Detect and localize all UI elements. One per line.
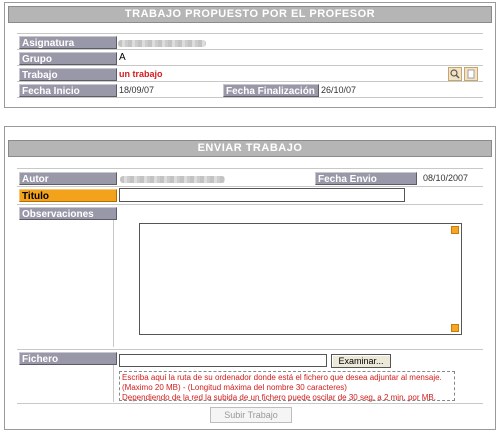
- fecha-finalizacion-value: 26/10/07: [321, 85, 357, 95]
- autor-label: Autor: [19, 172, 117, 185]
- divider: [17, 186, 483, 187]
- document-icon[interactable]: [464, 67, 478, 81]
- titulo-input[interactable]: [119, 188, 405, 202]
- fecha-envio-label: Fecha Envio: [315, 172, 417, 185]
- send-work-panel: ENVIAR TRABAJO Autor Fecha Envio 08/10/2…: [4, 126, 496, 430]
- titulo-label: Titulo: [19, 189, 117, 202]
- trabajo-value: un trabajo: [119, 69, 163, 79]
- help-line: Dependiendo de la red la subida de un fi…: [122, 393, 436, 402]
- file-help-text: Escriba aquí la ruta de su ordenador don…: [119, 371, 455, 402]
- fichero-path-input[interactable]: [119, 354, 327, 367]
- send-work-title: ENVIAR TRABAJO: [8, 140, 492, 157]
- submit-work-button[interactable]: Subir Trabajo: [210, 407, 292, 423]
- help-line: Escriba aquí la ruta de su ordenador don…: [122, 373, 442, 382]
- fecha-envio-value: 08/10/2007: [423, 173, 469, 183]
- divider: [17, 204, 483, 205]
- observaciones-textarea[interactable]: [139, 223, 462, 335]
- scroll-down-button[interactable]: [451, 324, 459, 332]
- fecha-inicio-label: Fecha Inicio: [19, 84, 117, 97]
- divider: [113, 207, 114, 347]
- divider: [17, 33, 483, 34]
- divider: [17, 97, 483, 98]
- grupo-label: Grupo: [19, 52, 117, 65]
- browse-button[interactable]: Examinar...: [331, 354, 391, 368]
- asignatura-value-redacted: [118, 40, 206, 47]
- divider: [17, 81, 483, 82]
- autor-value-redacted: [120, 176, 225, 183]
- help-line: (Maximo 20 MB) - (Longitud máxima del no…: [122, 383, 347, 392]
- asignatura-label: Asignatura: [19, 36, 117, 49]
- divider: [17, 65, 483, 66]
- divider: [17, 403, 483, 404]
- proposed-work-panel: TRABAJO PROPUESTO POR EL PROFESOR Asigna…: [4, 2, 496, 108]
- magnifier-icon[interactable]: [448, 67, 462, 81]
- trabajo-label: Trabajo: [19, 68, 117, 81]
- grupo-value: A: [119, 52, 126, 63]
- proposed-work-title: TRABAJO PROPUESTO POR EL PROFESOR: [8, 6, 492, 23]
- divider: [17, 349, 483, 350]
- scroll-up-button[interactable]: [451, 226, 459, 234]
- fecha-inicio-value: 18/09/07: [119, 85, 155, 95]
- fecha-finalizacion-label: Fecha Finalización: [223, 84, 319, 97]
- divider: [17, 49, 483, 50]
- observaciones-label: Observaciones: [19, 207, 117, 220]
- divider: [17, 168, 483, 169]
- fichero-label: Fichero: [19, 352, 117, 365]
